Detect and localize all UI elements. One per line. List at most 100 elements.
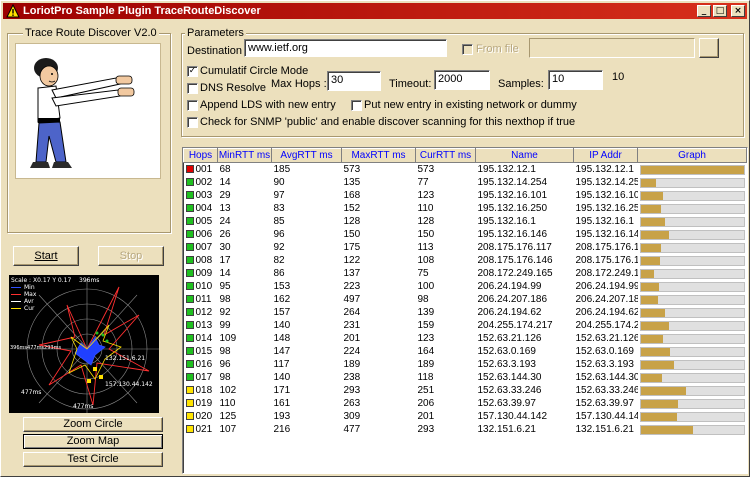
maximize-button[interactable]: □	[713, 5, 727, 17]
rtt-graph-bar	[639, 281, 745, 292]
table-row[interactable]: 007 30 92 175 113 208.175.176.117 208.175.176.…	[184, 241, 747, 254]
radar-legend-avr: Avr	[11, 298, 71, 305]
table-row[interactable]: 017 98 140 238 118 152.63.144.30 152.63.144.30	[184, 371, 747, 384]
ip-addr-cell: 152.63.0.169	[575, 346, 634, 357]
ip-addr-cell: 206.24.194.62	[575, 307, 638, 318]
ip-addr-cell: 208.175.176.1	[575, 242, 638, 253]
minimize-button[interactable]: _	[697, 5, 711, 17]
hops-table-container[interactable]: Hops MinRTT ms AvgRTT ms MaxRTT ms CurRT…	[182, 147, 748, 474]
hop-status-indicator	[185, 425, 194, 434]
zoom-circle-button[interactable]: Zoom Circle	[23, 417, 163, 432]
hop-number: 005	[195, 216, 213, 227]
table-row[interactable]: 008 17 82 122 108 208.175.176.146 208.175.176.…	[184, 254, 747, 267]
table-row[interactable]: 006 26 96 150 150 195.132.16.146 195.132.16.14	[184, 228, 747, 241]
table-row[interactable]: 011 98 162 497 98 206.24.207.186 206.24.207.18	[184, 293, 747, 306]
hop-cell: 021	[184, 423, 218, 436]
max-rtt-cell: 477	[343, 424, 361, 435]
snmp-check-checkbox[interactable]	[187, 117, 198, 128]
hop-status-indicator	[185, 243, 194, 252]
browse-file-button[interactable]	[699, 38, 719, 58]
table-row[interactable]: 021 107 216 477 293 132.151.6.21 132.151.6.21	[184, 423, 747, 436]
graph-cell	[638, 371, 747, 384]
max-hops-input[interactable]: 30	[327, 71, 381, 91]
table-row[interactable]: 012 92 157 264 139 206.24.194.62 206.24.194.62	[184, 306, 747, 319]
column-header-maxrtt[interactable]: MaxRTT ms	[341, 148, 416, 163]
column-header-name[interactable]: Name	[475, 148, 574, 163]
column-header-minrtt[interactable]: MinRTT ms	[217, 148, 272, 163]
column-header-currtt[interactable]: CurRTT ms	[415, 148, 476, 163]
max-rtt-cell: 201	[343, 333, 361, 344]
host-name-cell: 195.132.16.1	[477, 216, 536, 227]
destination-input[interactable]: www.ietf.org	[244, 39, 447, 57]
cur-rtt-cell: 573	[417, 164, 435, 175]
max-rtt-cell: 263	[343, 398, 361, 409]
rtt-graph-fill	[640, 191, 664, 200]
hop-number: 017	[195, 372, 213, 383]
table-row[interactable]: 016 96 117 189 189 152.63.3.193 152.63.3.193	[184, 358, 747, 371]
column-header-ip-addr[interactable]: IP Addr	[573, 148, 638, 163]
samples-input[interactable]: 10	[548, 70, 603, 90]
column-header-hops[interactable]: Hops	[183, 148, 218, 163]
min-rtt-cell: 14	[219, 177, 231, 188]
table-row[interactable]: 020 125 193 309 201 157.130.44.142 157.130.44.…	[184, 410, 747, 423]
host-name-cell: 195.132.16.146	[477, 229, 548, 240]
put-new-entry-checkbox[interactable]	[351, 100, 362, 111]
start-button[interactable]: Start	[13, 246, 79, 266]
max-rtt-cell: 309	[343, 411, 361, 422]
host-name-cell: 195.132.16.101	[477, 190, 548, 201]
host-name-cell: 195.132.14.254	[477, 177, 548, 188]
graph-cell	[638, 215, 747, 228]
hop-number: 006	[195, 229, 213, 240]
table-row[interactable]: 004 13 83 152 110 195.132.16.250 195.132.16.25	[184, 202, 747, 215]
avg-rtt-cell: 90	[273, 177, 285, 188]
host-name-cell: 152.63.33.246	[477, 385, 542, 396]
table-row[interactable]: 013 99 140 231 159 204.255.174.217 204.255.174…	[184, 319, 747, 332]
route-radar-view[interactable]: Scale : X0.17 Y 0.17 Min Max Avr Cur 396…	[9, 275, 159, 413]
cumulatif-circle-checkbox[interactable]: ✓	[187, 66, 198, 77]
column-header-graph[interactable]: Graph	[637, 148, 747, 163]
title-bar[interactable]: LoriotPro Sample Plugin TraceRouteDiscov…	[3, 3, 747, 19]
avg-rtt-cell: 147	[273, 346, 291, 357]
table-row[interactable]: 019 110 161 263 206 152.63.39.97 152.63.39.97	[184, 397, 747, 410]
min-rtt-cell: 96	[219, 359, 231, 370]
ip-addr-cell: 152.63.33.246	[575, 385, 638, 396]
rtt-graph-bar	[639, 203, 745, 214]
from-file-input[interactable]	[529, 38, 695, 58]
hop-status-indicator	[185, 308, 194, 317]
max-rtt-cell: 189	[343, 359, 361, 370]
min-rtt-cell: 98	[219, 346, 231, 357]
ip-addr-cell: 195.132.12.1	[575, 164, 634, 175]
test-circle-button[interactable]: Test Circle	[23, 452, 163, 467]
stop-button[interactable]: Stop	[98, 246, 164, 266]
max-rtt-cell: 231	[343, 320, 361, 331]
table-row[interactable]: 018 102 171 293 251 152.63.33.246 152.63.33.24…	[184, 384, 747, 397]
close-button[interactable]: ×	[731, 5, 745, 17]
stop-button-label: Stop	[119, 250, 143, 262]
rtt-graph-bar	[639, 385, 745, 396]
table-row[interactable]: 002 14 90 135 77 195.132.14.254 195.132.14.25	[184, 176, 747, 189]
table-row[interactable]: 014 109 148 201 123 152.63.21.126 152.63.21.12…	[184, 332, 747, 345]
radar-legend-max: Max	[11, 291, 71, 298]
host-name-cell: 132.151.6.21	[477, 424, 536, 435]
append-lds-checkbox[interactable]	[187, 100, 198, 111]
table-row[interactable]: 005 24 85 128 128 195.132.16.1 195.132.16.1	[184, 215, 747, 228]
from-file-checkbox[interactable]	[462, 44, 473, 55]
table-row[interactable]: 001 68 185 573 573 195.132.12.1 195.132.12.1	[184, 163, 747, 177]
table-row[interactable]: 009 14 86 137 75 208.172.249.165 208.172.249.1	[184, 267, 747, 280]
cur-rtt-cell: 98	[417, 294, 429, 305]
host-name-cell: 152.63.39.97	[477, 398, 536, 409]
zoom-map-button[interactable]: Zoom Map	[23, 434, 163, 449]
radar-legend-avr-label: Avr	[24, 298, 34, 305]
table-row[interactable]: 003 29 97 168 123 195.132.16.101 195.132.16.10	[184, 189, 747, 202]
column-header-avgrtt[interactable]: AvgRTT ms	[271, 148, 342, 163]
timeout-input[interactable]: 2000	[434, 70, 490, 90]
dns-resolve-checkbox[interactable]	[187, 83, 198, 94]
rtt-graph-bar	[639, 294, 745, 305]
avg-rtt-cell: 193	[273, 411, 291, 422]
table-row[interactable]: 010 95 153 223 100 206.24.194.99 206.24.194.99	[184, 280, 747, 293]
hop-cell: 006	[184, 228, 218, 241]
table-row[interactable]: 015 98 147 224 164 152.63.0.169 152.63.0.169	[184, 345, 747, 358]
ip-addr-cell: 195.132.14.25	[575, 177, 638, 188]
table-header-row: Hops MinRTT ms AvgRTT ms MaxRTT ms CurRT…	[183, 148, 747, 163]
min-rtt-cell: 125	[219, 411, 237, 422]
